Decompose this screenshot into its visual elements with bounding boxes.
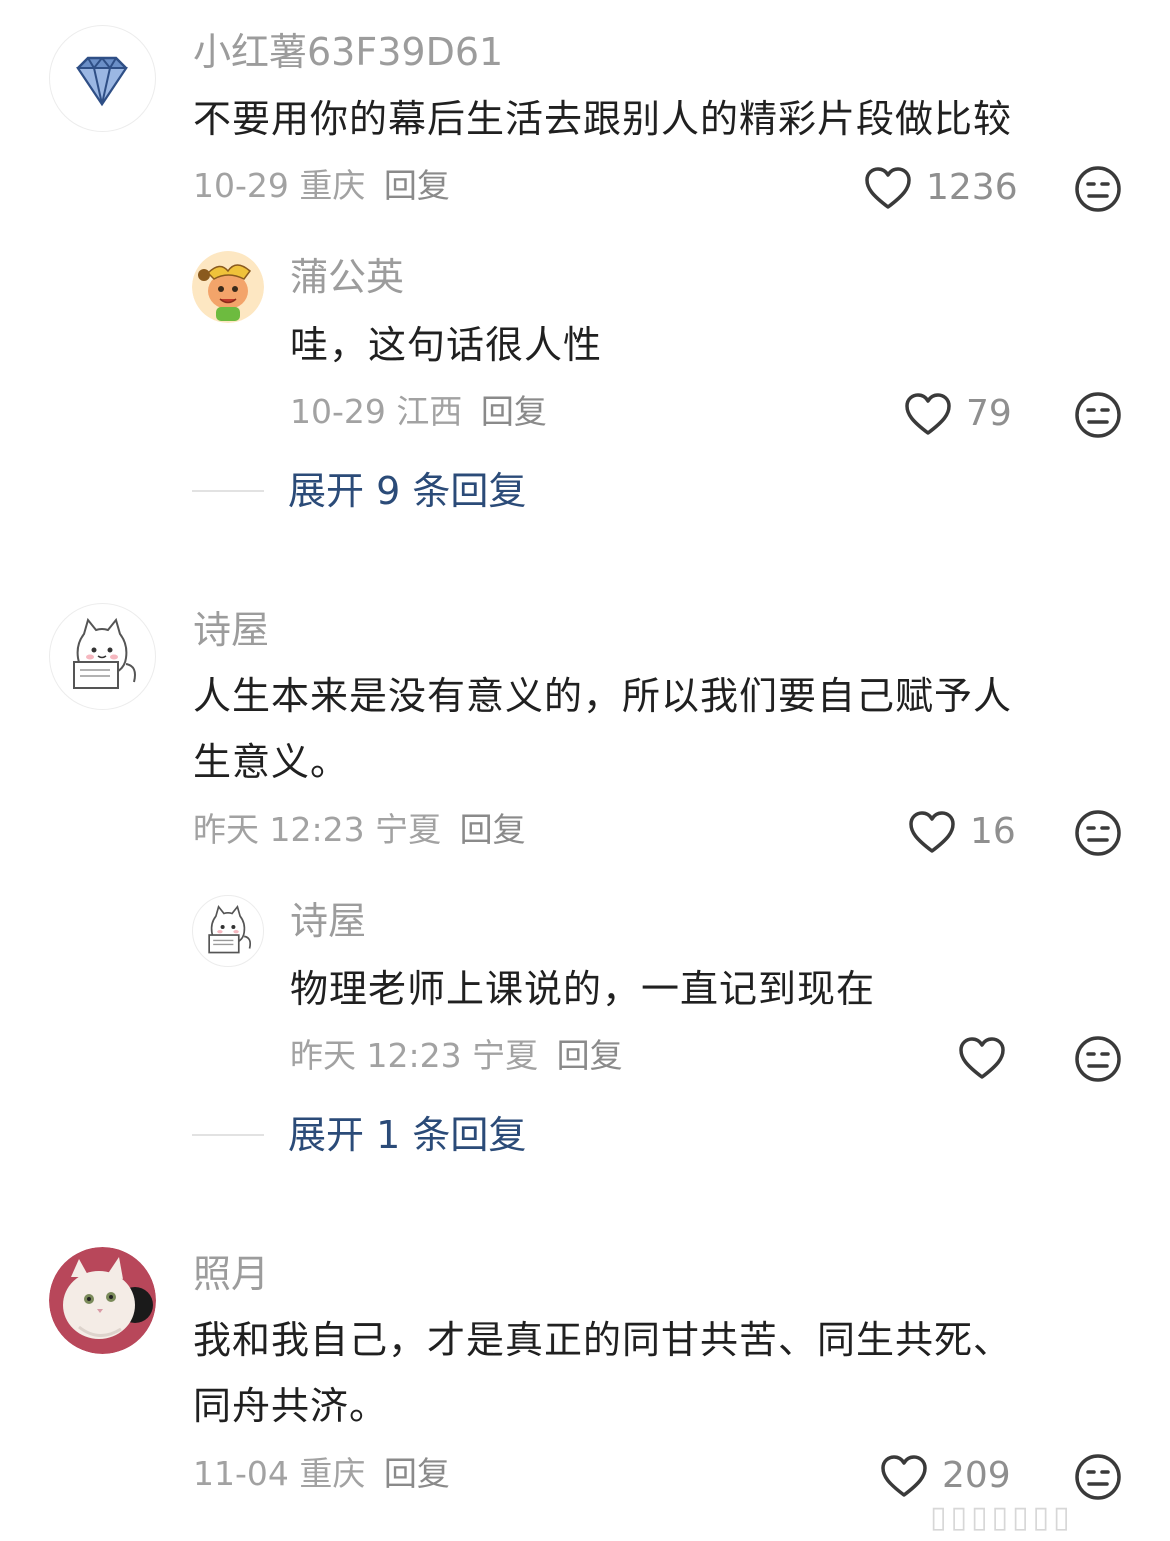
heart-icon — [909, 811, 955, 853]
reply-date: 10-29 — [290, 392, 386, 431]
expand-replies-button[interactable]: 展开 1 条回复 — [192, 1116, 526, 1154]
neutral-face-icon — [1075, 1454, 1121, 1500]
white-cat-photo-avatar-icon — [49, 1247, 156, 1354]
avatar[interactable] — [49, 1247, 156, 1354]
diamond-icon — [76, 56, 128, 107]
reply-button[interactable]: 回复 — [384, 166, 450, 205]
comment-meta: 11-04 重庆 回复 — [193, 1457, 450, 1490]
comment-username[interactable]: 小红薯63F39D61 — [193, 33, 503, 71]
heart-icon — [905, 393, 951, 435]
neutral-face-icon — [1075, 1036, 1121, 1082]
avatar[interactable] — [49, 25, 156, 132]
reply-location: 宁夏 — [472, 1036, 539, 1075]
like-button[interactable]: 79 — [904, 392, 1012, 436]
like-count: 16 — [970, 811, 1016, 852]
reply-meta: 10-29 江西 回复 — [290, 395, 547, 428]
comment-text-line2: 同舟共济。 — [193, 1384, 389, 1428]
comment-meta: 昨天 12:23 宁夏 回复 — [193, 813, 526, 846]
watermark: ▯▯▯▯▯▯▯ — [930, 1500, 1074, 1535]
comment-meta: 10-29 重庆 回复 — [193, 169, 450, 202]
reply-button[interactable]: 回复 — [460, 810, 526, 849]
comment-text-line1: 我和我自己，才是真正的同甘共苦、同生共死、 — [193, 1318, 1013, 1362]
like-count: 1236 — [926, 167, 1018, 208]
avatar[interactable] — [49, 603, 156, 710]
cat-reading-avatar-icon — [208, 904, 252, 954]
reply-username[interactable]: 蒲公英 — [290, 258, 404, 296]
expand-replies-button[interactable]: 展开 9 条回复 — [192, 472, 526, 510]
comment-username[interactable]: 照月 — [193, 1255, 269, 1293]
reply-location: 江西 — [396, 392, 463, 431]
heart-icon — [881, 1455, 927, 1497]
reply-text: 哇，这句话很人性 — [290, 323, 603, 367]
like-button[interactable]: 16 — [908, 810, 1016, 854]
divider — [192, 490, 264, 492]
reply-avatar[interactable] — [192, 895, 264, 967]
reply-username[interactable]: 诗屋 — [290, 902, 366, 940]
dislike-button[interactable] — [1074, 165, 1122, 217]
dislike-button[interactable] — [1074, 1453, 1122, 1505]
dislike-button[interactable] — [1074, 1035, 1122, 1087]
like-button[interactable] — [958, 1036, 1020, 1080]
heart-icon — [959, 1037, 1005, 1079]
cat-reading-avatar-icon — [73, 617, 136, 689]
reply-button[interactable]: 回复 — [557, 1036, 623, 1075]
comment-date: 昨天 12:23 — [193, 810, 365, 849]
comment-text-line1: 人生本来是没有意义的，所以我们要自己赋予人 — [193, 674, 1013, 718]
divider — [192, 1134, 264, 1136]
reply-button[interactable]: 回复 — [384, 1454, 450, 1493]
like-button[interactable]: 1236 — [864, 166, 1018, 210]
neutral-face-icon — [1075, 810, 1121, 856]
expand-replies-label: 展开 9 条回复 — [288, 469, 527, 513]
comment-location: 重庆 — [299, 1454, 366, 1493]
cartoon-girl-avatar-icon — [192, 251, 264, 323]
reply-meta: 昨天 12:23 宁夏 回复 — [290, 1039, 623, 1072]
dislike-button[interactable] — [1074, 809, 1122, 861]
comment-date: 10-29 — [193, 166, 289, 205]
comment-date: 11-04 — [193, 1454, 289, 1493]
dislike-button[interactable] — [1074, 391, 1122, 443]
comment-location: 宁夏 — [375, 810, 442, 849]
neutral-face-icon — [1075, 166, 1121, 212]
neutral-face-icon — [1075, 392, 1121, 438]
comment-location: 重庆 — [299, 166, 366, 205]
expand-replies-label: 展开 1 条回复 — [288, 1113, 527, 1157]
heart-icon — [865, 167, 911, 209]
reply-date: 昨天 12:23 — [290, 1036, 462, 1075]
like-button[interactable]: 209 — [880, 1454, 1011, 1498]
like-count: 79 — [966, 393, 1012, 434]
comment-text-line2: 生意义。 — [193, 740, 350, 784]
reply-text: 物理老师上课说的，一直记到现在 — [290, 967, 876, 1011]
like-count: 209 — [942, 1455, 1011, 1496]
reply-button[interactable]: 回复 — [481, 392, 547, 431]
comment-text: 不要用你的幕后生活去跟别人的精彩片段做比较 — [193, 97, 1013, 141]
comment-username[interactable]: 诗屋 — [193, 611, 269, 649]
reply-avatar[interactable] — [192, 251, 264, 323]
